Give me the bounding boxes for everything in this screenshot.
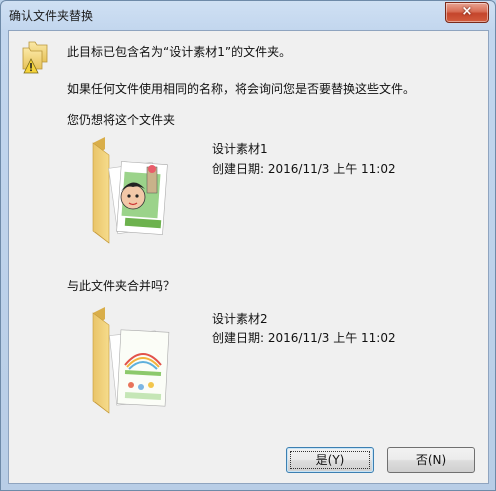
yes-button[interactable]: 是(Y) bbox=[286, 447, 374, 473]
message-line-1: 此目标已包含名为“设计素材1”的文件夹。 bbox=[67, 45, 292, 59]
message-line-2: 如果任何文件使用相同的名称，将会询问您是否要替换这些文件。 bbox=[67, 82, 416, 96]
yes-button-label: 是(Y) bbox=[315, 453, 345, 467]
window-bottom-border[interactable] bbox=[1, 482, 495, 490]
source-folder-created: 创建日期: 2016/11/3 上午 11:02 bbox=[212, 331, 396, 345]
message-line-3: 您仍想将这个文件夹 bbox=[67, 113, 176, 127]
close-icon: × bbox=[461, 4, 473, 19]
target-folder-created: 创建日期: 2016/11/3 上午 11:02 bbox=[212, 162, 396, 176]
title-bar[interactable]: 确认文件夹替换 × bbox=[1, 1, 495, 31]
no-button[interactable]: 否(N) bbox=[387, 447, 475, 473]
dialog-window: 确认文件夹替换 × 此目标已包含名为“设计素材1”的文件夹。 如果任何文件使用相… bbox=[0, 0, 496, 491]
close-button[interactable]: × bbox=[445, 2, 489, 23]
folder-warning-icon bbox=[22, 41, 48, 74]
window-title: 确认文件夹替换 bbox=[9, 9, 94, 23]
merge-question: 与此文件夹合并吗？ bbox=[67, 279, 176, 293]
source-folder-icon[interactable] bbox=[89, 305, 181, 415]
dialog-body: 此目标已包含名为“设计素材1”的文件夹。 如果任何文件使用相同的名称，将会询问您… bbox=[8, 30, 489, 484]
target-folder-name: 设计素材1 bbox=[212, 142, 268, 156]
target-folder-icon[interactable] bbox=[89, 135, 181, 245]
source-folder-name: 设计素材2 bbox=[212, 312, 268, 326]
no-button-label: 否(N) bbox=[415, 453, 447, 467]
